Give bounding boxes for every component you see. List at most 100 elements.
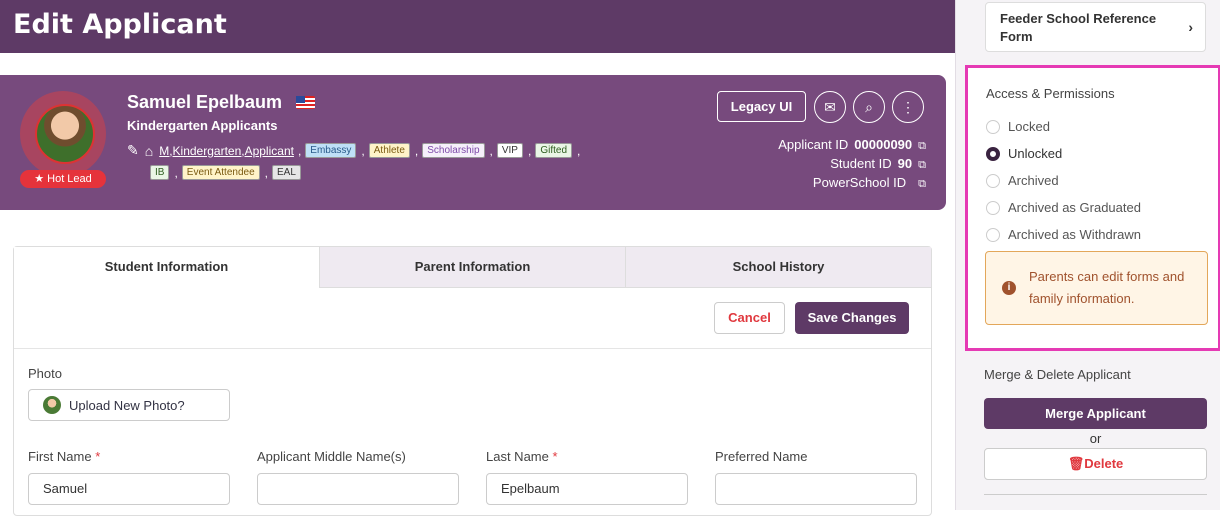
radio-icon — [986, 227, 1000, 242]
separator: , — [489, 143, 493, 158]
id-row: PowerSchool ID ⧉ — [778, 174, 926, 193]
permission-option-archived-graduated[interactable]: Archived as Graduated — [986, 200, 1141, 215]
access-permissions-panel: Access & Permissions Locked Unlocked Arc… — [965, 65, 1220, 351]
first-name-field[interactable]: Samuel — [28, 473, 230, 505]
page-title: Edit Applicant — [13, 9, 227, 40]
option-label: Archived — [1008, 173, 1059, 188]
tags-row: ✎ ⌂ M,Kindergarten,Applicant , Embassy ,… — [127, 142, 582, 159]
tab-student-information[interactable]: Student Information — [14, 247, 319, 288]
tag-badge: Event Attendee — [181, 165, 260, 180]
option-label: Locked — [1008, 119, 1050, 134]
upload-photo-button[interactable]: Upload New Photo? — [28, 389, 230, 421]
required-marker: * — [95, 449, 101, 464]
tag-badge: Embassy — [305, 143, 357, 158]
tag-badge: Scholarship — [422, 143, 485, 158]
or-label: or — [1089, 431, 1102, 446]
permissions-title: Access & Permissions — [986, 86, 1115, 101]
divider — [14, 348, 931, 349]
separator: , — [527, 143, 532, 158]
separator: , — [361, 143, 365, 158]
upload-photo-label: Upload New Photo? — [69, 397, 185, 413]
merge-applicant-button[interactable]: Merge Applicant — [984, 398, 1207, 429]
applicant-ids: Applicant ID 00000090 ⧉ Student ID 90 ⧉ Powe… — [778, 136, 926, 193]
separator: , — [174, 165, 178, 180]
copy-icon[interactable]: ⧉ — [918, 159, 926, 171]
preview-icon[interactable]: ⌕ — [853, 91, 885, 123]
applicant-group: Kindergarten Applicants — [127, 118, 278, 133]
option-label: Archived as Graduated — [1008, 200, 1141, 215]
preferred-name-field[interactable] — [715, 473, 917, 505]
required-marker: * — [552, 449, 558, 464]
permission-option-unlocked[interactable]: Unlocked — [986, 146, 1062, 161]
us-flag-icon — [296, 96, 315, 109]
tags-row: IB , Event Attendee , EAL — [148, 165, 306, 180]
id-value: 90 — [897, 156, 913, 171]
cancel-button[interactable]: Cancel — [714, 302, 785, 334]
save-changes-button[interactable]: Save Changes — [795, 302, 909, 334]
divider — [984, 494, 1207, 495]
separator: , — [264, 165, 268, 180]
chevron-right-icon: › — [1188, 19, 1193, 35]
trash-icon: 🗑 — [1067, 456, 1085, 471]
form-actions: Cancel Save Changes — [714, 302, 909, 334]
feeder-label: Feeder School Reference Form — [1000, 11, 1157, 44]
photo-thumbnail — [43, 396, 61, 414]
tag-badge: VIP — [496, 143, 523, 158]
photo-label: Photo — [28, 366, 62, 381]
tab-parent-information[interactable]: Parent Information — [319, 247, 625, 288]
avatar — [35, 104, 95, 164]
merge-delete-title: Merge & Delete Applicant — [984, 367, 1131, 382]
separator: , — [297, 143, 302, 158]
notice-text: Parents can edit forms and family inform… — [1029, 269, 1185, 306]
radio-icon — [986, 119, 1000, 134]
id-label: Applicant ID — [778, 137, 849, 152]
separator: , — [414, 143, 419, 158]
id-value: 00000090 — [854, 137, 913, 152]
tag-badge: Gifted — [535, 143, 573, 158]
id-label: PowerSchool ID — [812, 175, 907, 190]
preferred-name-label: Preferred Name — [715, 449, 808, 464]
last-name-label-text: Last Name — [486, 449, 549, 464]
radio-selected-icon — [986, 146, 1000, 161]
permission-notice: i Parents can edit forms and family info… — [985, 251, 1208, 325]
applicant-card: ★ Hot Lead Samuel Epelbaum Kindergarten … — [0, 75, 946, 210]
last-name-field[interactable]: Epelbaum — [486, 473, 688, 505]
applicant-name: Samuel Epelbaum — [127, 92, 283, 112]
feeder-school-form-link[interactable]: Feeder School Reference Form › — [985, 2, 1206, 52]
sidebar: Feeder School Reference Form › Access & … — [955, 0, 1220, 510]
permission-option-locked[interactable]: Locked — [986, 119, 1050, 134]
permission-option-archived[interactable]: Archived — [986, 173, 1059, 188]
tag-badge: IB — [150, 165, 170, 180]
legacy-ui-button[interactable]: Legacy UI — [717, 91, 806, 122]
radio-icon — [986, 200, 1000, 215]
info-icon: i — [1002, 281, 1016, 295]
tag-icon[interactable]: ⌂ — [145, 143, 153, 159]
separator: , — [577, 143, 581, 158]
delete-button[interactable]: 🗑Delete — [984, 448, 1207, 480]
tab-bar: Student Information Parent Information S… — [14, 247, 931, 288]
middle-name-field[interactable] — [257, 473, 459, 505]
tag-badge: Athlete — [368, 143, 410, 158]
first-name-label: First Name * — [28, 449, 100, 464]
tag-badge: EAL — [271, 165, 301, 180]
hot-lead-badge: ★ Hot Lead — [20, 170, 106, 188]
delete-label: Delete — [1084, 456, 1124, 471]
more-icon[interactable]: ⋮ — [892, 91, 924, 123]
copy-icon[interactable]: ⧉ — [918, 140, 926, 152]
tag-link[interactable]: M,Kindergarten,Applicant — [159, 144, 294, 158]
id-label: Student ID — [830, 156, 892, 171]
first-name-label-text: First Name — [28, 449, 92, 464]
permission-option-archived-withdrawn[interactable]: Archived as Withdrawn — [986, 227, 1141, 242]
last-name-label: Last Name * — [486, 449, 558, 464]
option-label: Archived as Withdrawn — [1008, 227, 1141, 242]
id-row: Applicant ID 00000090 ⧉ — [778, 136, 926, 155]
page-header: Edit Applicant — [0, 0, 955, 53]
option-label: Unlocked — [1008, 146, 1063, 161]
id-row: Student ID 90 ⧉ — [778, 155, 926, 174]
tab-school-history[interactable]: School History — [625, 247, 931, 288]
pencil-icon[interactable]: ✎ — [127, 142, 139, 159]
middle-name-label: Applicant Middle Name(s) — [257, 449, 406, 464]
copy-icon[interactable]: ⧉ — [918, 178, 926, 190]
main-area: Edit Applicant ★ Hot Lead Samuel Epelbau… — [0, 0, 955, 516]
email-icon[interactable]: ✉ — [814, 91, 846, 123]
